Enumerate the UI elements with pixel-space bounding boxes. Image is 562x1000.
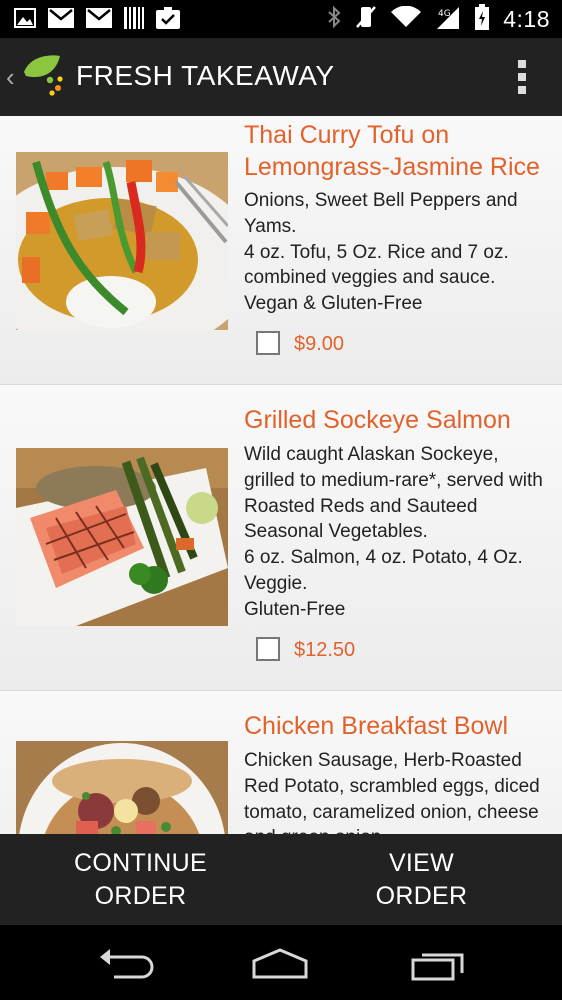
order-action-bar: CONTINUE ORDER VIEW ORDER <box>0 834 562 925</box>
gmail-icon <box>86 8 112 33</box>
list-item[interactable]: Thai Curry Tofu on Lemongrass-Jasmine Ri… <box>0 116 562 385</box>
item-title[interactable]: Chicken Breakfast Bowl <box>244 710 544 742</box>
recent-apps-icon[interactable] <box>410 947 466 986</box>
item-price: $9.00 <box>294 333 345 355</box>
notification-icons <box>14 7 180 34</box>
action-bar: ‹ FRESH TAKEAWAY <box>0 38 562 116</box>
item-price: $12.50 <box>294 639 356 661</box>
item-description: Onions, Sweet Bell Peppers and Yams. 4 o… <box>244 190 518 315</box>
vibrate-icon <box>355 5 377 34</box>
battery-icon <box>475 3 490 35</box>
gmail-icon <box>48 8 74 33</box>
item-description: Wild caught Alaskan Sockeye, grilled to … <box>244 444 543 620</box>
list-item[interactable]: Chicken Breakfast Bowl Chicken Sausage, … <box>0 691 562 834</box>
item-title[interactable]: Grilled Sockeye Salmon <box>244 404 544 436</box>
food-image-thai-curry <box>16 152 228 330</box>
item-description: Chicken Sausage, Herb-Roasted Red Potato… <box>244 750 540 834</box>
barcode-icon <box>124 7 144 34</box>
food-image-sockeye-salmon <box>16 448 228 626</box>
svg-text:4G: 4G <box>438 9 451 19</box>
add-item-checkbox[interactable] <box>256 331 280 355</box>
bluetooth-icon <box>327 5 341 34</box>
status-bar: 4G 4:18 <box>0 0 562 38</box>
clipboard-check-icon <box>156 7 180 34</box>
overflow-menu-icon[interactable] <box>518 60 526 94</box>
home-icon[interactable] <box>250 947 310 986</box>
list-item[interactable]: Grilled Sockeye Salmon Wild caught Alask… <box>0 385 562 691</box>
signal-icon: 4G <box>435 5 461 34</box>
leaf-logo[interactable] <box>20 52 70 103</box>
gallery-icon <box>14 8 36 33</box>
continue-order-button[interactable]: CONTINUE ORDER <box>0 834 281 925</box>
food-image-chicken-breakfast-bowl <box>16 741 228 834</box>
view-order-button[interactable]: VIEW ORDER <box>281 834 562 925</box>
add-item-checkbox[interactable] <box>256 637 280 661</box>
menu-list[interactable]: Thai Curry Tofu on Lemongrass-Jasmine Ri… <box>0 116 562 834</box>
clock: 4:18 <box>503 5 550 32</box>
system-nav-bar <box>0 925 562 1000</box>
wifi-icon <box>391 5 422 33</box>
app-title: FRESH TAKEAWAY <box>76 60 335 91</box>
system-icons: 4G 4:18 <box>327 0 550 38</box>
back-icon[interactable] <box>96 947 154 984</box>
back-chevron-icon[interactable]: ‹ <box>6 62 15 93</box>
item-title[interactable]: Thai Curry Tofu on Lemongrass-Jasmine Ri… <box>244 119 544 183</box>
